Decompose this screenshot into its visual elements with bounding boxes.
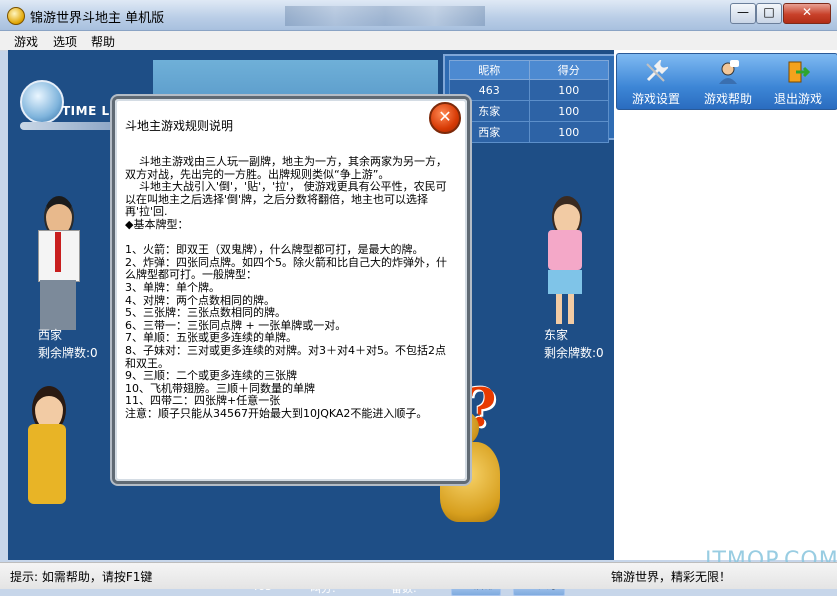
south-player-avatar	[22, 386, 72, 510]
close-icon: ✕	[801, 5, 813, 19]
dialog-close-button[interactable]: ✕	[429, 102, 461, 134]
exit-door-icon	[788, 61, 810, 83]
score-header-score: 得分	[528, 60, 609, 80]
east-player-avatar	[544, 196, 588, 326]
minimize-button[interactable]: —	[730, 3, 756, 24]
status-slogan: 锦游世界，精彩无限！	[611, 570, 732, 584]
score-table: 昵称 得分 463 100 东家 100 西家 100	[449, 60, 609, 143]
menu-help[interactable]: 帮助	[91, 33, 115, 50]
game-settings-button[interactable]: 游戏设置	[623, 54, 689, 108]
west-player-avatar	[34, 196, 84, 336]
score-value: 100	[528, 100, 609, 122]
close-button[interactable]: ✕	[783, 3, 831, 24]
app-icon	[7, 7, 25, 25]
score-row: 463 100	[449, 79, 609, 101]
status-hint: 提示: 如需帮助，请按F1键	[10, 570, 153, 584]
close-icon: ✕	[438, 107, 452, 126]
exit-game-button[interactable]: 退出游戏	[765, 54, 831, 108]
logo-text: TIME LI	[62, 104, 115, 118]
tool-bar: 游戏设置 游戏帮助 退出游戏	[616, 53, 837, 110]
wrench-icon	[646, 60, 668, 82]
score-value: 100	[528, 79, 609, 101]
score-header-name: 昵称	[449, 60, 530, 80]
rules-dialog: 斗地主游戏规则说明 ✕ 斗地主游戏由三人玩一副牌，地主为一方，其余两家为另一方，…	[112, 96, 470, 484]
status-bar: 提示: 如需帮助，请按F1键 锦游世界，精彩无限！	[0, 562, 837, 589]
game-help-button[interactable]: 游戏帮助	[695, 54, 761, 108]
logo-globe-icon	[20, 80, 64, 124]
west-player-cards: 剩余牌数:0	[38, 346, 98, 360]
exit-game-label: 退出游戏	[773, 92, 822, 106]
score-row: 东家 100	[449, 100, 609, 122]
menu-game[interactable]: 游戏	[14, 33, 38, 50]
right-panel	[614, 50, 837, 560]
score-row: 西家 100	[449, 121, 609, 143]
title-decoration	[285, 6, 485, 26]
menu-options[interactable]: 选项	[53, 33, 77, 50]
game-help-label: 游戏帮助	[703, 92, 752, 106]
east-player-name: 东家	[544, 328, 569, 342]
score-value: 100	[528, 121, 609, 143]
minimize-icon: —	[737, 5, 749, 19]
maximize-icon: □	[763, 5, 775, 19]
rules-text: 斗地主游戏由三人玩一副牌，地主为一方，其余两家为另一方，双方对战，先出完的一方胜…	[125, 155, 447, 420]
window-title: 锦游世界斗地主 单机版	[30, 11, 165, 26]
west-player-name: 西家	[38, 328, 63, 342]
help-person-icon	[719, 60, 739, 84]
menu-bar: 游戏 选项 帮助	[0, 31, 837, 51]
rules-dialog-title: 斗地主游戏规则说明	[125, 119, 234, 133]
game-settings-label: 游戏设置	[631, 92, 680, 106]
maximize-button[interactable]: □	[756, 3, 782, 24]
logo-strip	[20, 122, 120, 130]
east-player-cards: 剩余牌数:0	[544, 346, 604, 360]
title-bar: 锦游世界斗地主 单机版 — □ ✕	[0, 0, 837, 31]
